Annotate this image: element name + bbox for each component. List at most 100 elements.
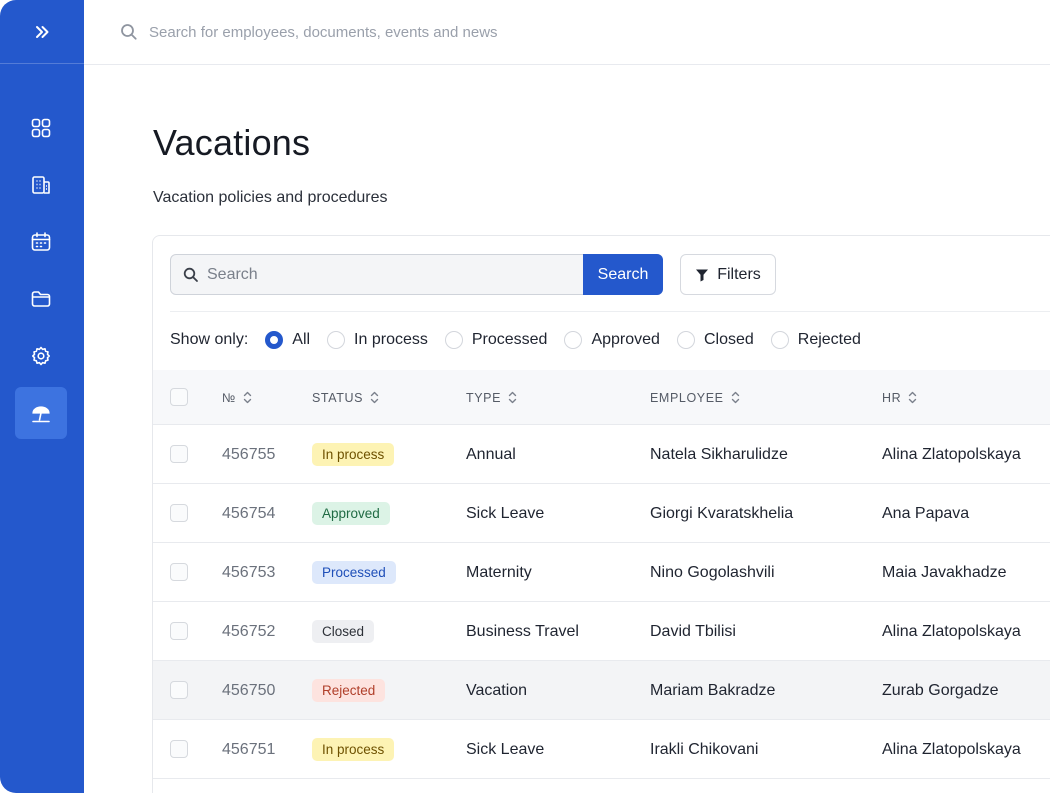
row-employee: Natela Sikharulidze bbox=[650, 445, 788, 463]
radio-indicator bbox=[327, 331, 346, 349]
row-employee: Nino Gogolashvili bbox=[650, 563, 775, 581]
row-number: 456755 bbox=[222, 445, 276, 463]
sidebar-item-documents[interactable] bbox=[15, 273, 67, 325]
status-badge: In process bbox=[312, 443, 395, 466]
sidebar-item-dashboard[interactable] bbox=[15, 102, 67, 154]
status-badge: Approved bbox=[312, 502, 390, 525]
beach-umbrella-icon bbox=[32, 406, 50, 423]
radio-indicator bbox=[265, 331, 284, 349]
table-header: № STATUS TYPE EMPLOYEE HR bbox=[153, 370, 1050, 425]
row-hr: Alina Zlatopolskaya bbox=[882, 740, 1021, 758]
row-type: Sick Leave bbox=[466, 740, 545, 758]
column-header-label: EMPLOYEE bbox=[650, 390, 724, 405]
search-button[interactable]: Search bbox=[583, 254, 663, 295]
column-header-label: STATUS bbox=[312, 390, 364, 405]
vacations-card: Search Filters Show only: All In process… bbox=[152, 235, 1050, 793]
page-subtitle: Vacation policies and procedures bbox=[153, 189, 388, 206]
row-employee: Giorgi Kvaratskhelia bbox=[650, 504, 794, 522]
row-employee: David Tbilisi bbox=[650, 622, 736, 640]
row-number: 456754 bbox=[222, 504, 276, 522]
sidebar-item-settings[interactable] bbox=[15, 330, 67, 382]
row-hr: Maia Javakhadze bbox=[882, 563, 1007, 581]
row-hr: Zurab Gorgadze bbox=[882, 681, 999, 699]
search-icon bbox=[183, 267, 198, 282]
calendar-icon bbox=[31, 232, 51, 251]
sort-icon bbox=[508, 391, 517, 404]
select-all-checkbox[interactable] bbox=[170, 388, 188, 406]
radio-label: Rejected bbox=[797, 331, 861, 348]
status-badge: Closed bbox=[312, 620, 375, 643]
table-row[interactable]: 456750 Rejected Vacation Mariam Bakradze… bbox=[153, 661, 1050, 720]
radio-label: In process bbox=[354, 331, 428, 348]
row-checkbox[interactable] bbox=[170, 740, 188, 758]
row-number: 456751 bbox=[222, 740, 276, 758]
radio-in-process[interactable]: In process bbox=[327, 331, 428, 349]
page-title: Vacations bbox=[153, 122, 311, 163]
row-number: 456750 bbox=[222, 681, 276, 699]
sort-icon bbox=[731, 391, 739, 404]
status-badge: In process bbox=[312, 738, 395, 761]
column-header-number[interactable]: № bbox=[222, 370, 252, 425]
radio-label: Approved bbox=[591, 331, 660, 348]
divider bbox=[170, 311, 1050, 312]
filters-button[interactable]: Filters bbox=[680, 254, 776, 295]
sidebar-menu bbox=[15, 102, 67, 444]
row-hr: Alina Zlatopolskaya bbox=[882, 622, 1021, 640]
row-employee: Irakli Chikovani bbox=[650, 740, 759, 758]
radio-processed[interactable]: Processed bbox=[444, 331, 548, 349]
row-checkbox[interactable] bbox=[170, 445, 188, 463]
radio-label: All bbox=[292, 331, 311, 348]
row-type: Sick Leave bbox=[466, 504, 545, 522]
column-header-type[interactable]: TYPE bbox=[466, 370, 517, 425]
double-chevron-right-icon bbox=[36, 25, 49, 38]
column-header-label: HR bbox=[882, 390, 902, 405]
radio-all[interactable]: All bbox=[265, 331, 310, 349]
sort-icon bbox=[909, 391, 917, 404]
table-row[interactable]: 456754 Approved Sick Leave Giorgi Kvarat… bbox=[153, 484, 1050, 543]
radio-indicator bbox=[564, 331, 583, 349]
radio-approved[interactable]: Approved bbox=[564, 331, 660, 349]
column-header-hr[interactable]: HR bbox=[882, 370, 917, 425]
filters-button-label: Filters bbox=[717, 265, 761, 283]
sort-icon bbox=[370, 391, 379, 404]
sidebar-toggle-button[interactable] bbox=[0, 0, 84, 64]
radio-closed[interactable]: Closed bbox=[676, 331, 754, 349]
row-checkbox[interactable] bbox=[170, 622, 188, 640]
folder-icon bbox=[31, 291, 51, 307]
row-number: 456752 bbox=[222, 622, 276, 640]
global-search-input[interactable] bbox=[149, 23, 849, 41]
column-header-label: TYPE bbox=[466, 390, 502, 405]
row-checkbox[interactable] bbox=[170, 563, 188, 581]
row-type: Maternity bbox=[466, 563, 532, 581]
column-header-label: № bbox=[222, 390, 237, 405]
column-header-employee[interactable]: EMPLOYEE bbox=[650, 370, 740, 425]
radio-indicator bbox=[444, 331, 463, 349]
sidebar-item-calendar[interactable] bbox=[15, 216, 67, 268]
table-row[interactable]: 456753 Processed Maternity Nino Gogolash… bbox=[153, 543, 1050, 602]
row-checkbox[interactable] bbox=[170, 504, 188, 522]
radio-rejected[interactable]: Rejected bbox=[770, 331, 861, 349]
show-only-label: Show only: bbox=[170, 331, 249, 348]
sidebar-item-company[interactable] bbox=[15, 159, 67, 211]
filter-icon bbox=[696, 269, 709, 281]
radio-indicator bbox=[676, 331, 695, 349]
gear-icon bbox=[31, 346, 50, 366]
row-type: Vacation bbox=[466, 681, 528, 699]
column-header-status[interactable]: STATUS bbox=[312, 370, 379, 425]
building-icon bbox=[32, 176, 50, 194]
radio-label: Processed bbox=[471, 331, 548, 348]
table-row[interactable]: 456755 In process Annual Natela Sikharul… bbox=[153, 425, 1050, 484]
row-type: Annual bbox=[466, 445, 516, 463]
row-employee: Mariam Bakradze bbox=[650, 681, 776, 699]
table-row[interactable]: 456752 Closed Business Travel David Tbil… bbox=[153, 602, 1050, 661]
sort-icon bbox=[243, 391, 252, 404]
search-icon bbox=[121, 24, 137, 40]
sidebar bbox=[0, 0, 84, 793]
radio-label: Closed bbox=[703, 331, 754, 348]
table-row[interactable]: 456751 In process Sick Leave Irakli Chik… bbox=[153, 720, 1050, 779]
row-number: 456753 bbox=[222, 563, 276, 581]
sidebar-item-vacations[interactable] bbox=[15, 387, 67, 439]
top-search-bar bbox=[84, 0, 1050, 65]
status-badge: Rejected bbox=[312, 679, 386, 702]
row-checkbox[interactable] bbox=[170, 681, 188, 699]
